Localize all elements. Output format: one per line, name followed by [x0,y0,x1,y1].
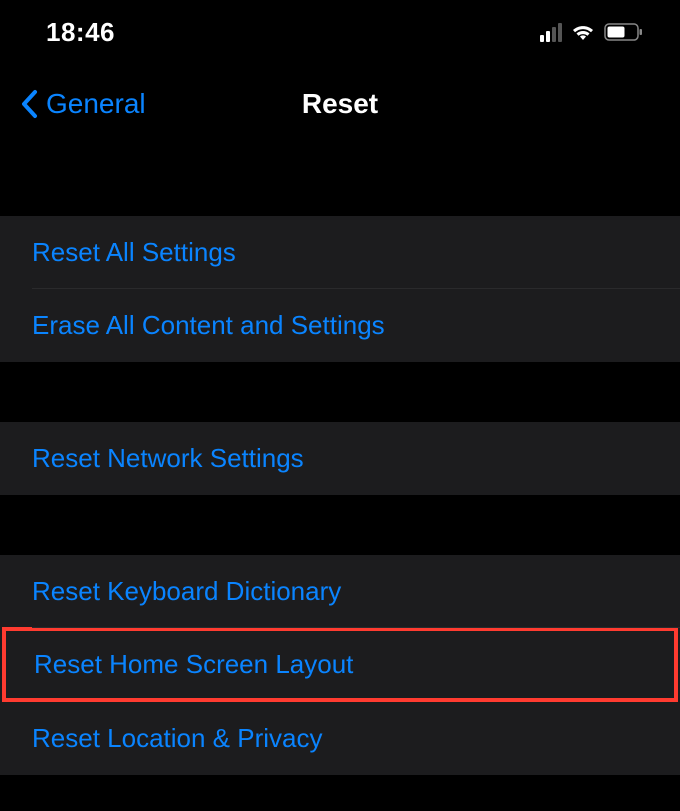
status-time: 18:46 [46,17,115,48]
reset-network-settings-item[interactable]: Reset Network Settings [0,422,680,495]
back-label: General [46,88,146,120]
page-title: Reset [302,88,378,120]
cellular-signal-icon [540,23,562,42]
reset-location-privacy-item[interactable]: Reset Location & Privacy [0,702,680,775]
back-button[interactable]: General [20,88,146,120]
reset-keyboard-dictionary-item[interactable]: Reset Keyboard Dictionary [0,555,680,628]
nav-bar: General Reset [0,60,680,154]
list-group-2: Reset Network Settings [0,422,680,495]
battery-icon [604,22,644,42]
reset-all-settings-item[interactable]: Reset All Settings [0,216,680,289]
section-spacer [0,362,680,422]
list-group-1: Reset All Settings Erase All Content and… [0,216,680,362]
list-group-3: Reset Keyboard Dictionary Reset Home Scr… [0,555,680,775]
reset-home-screen-layout-item[interactable]: Reset Home Screen Layout [6,631,674,698]
wifi-icon [570,22,596,42]
status-bar: 18:46 [0,0,680,60]
section-spacer [0,495,680,555]
section-spacer [0,154,680,216]
status-icons [540,22,644,42]
annotation-highlight: Reset Home Screen Layout [2,627,678,702]
erase-all-content-item[interactable]: Erase All Content and Settings [0,289,680,362]
chevron-left-icon [20,89,38,119]
